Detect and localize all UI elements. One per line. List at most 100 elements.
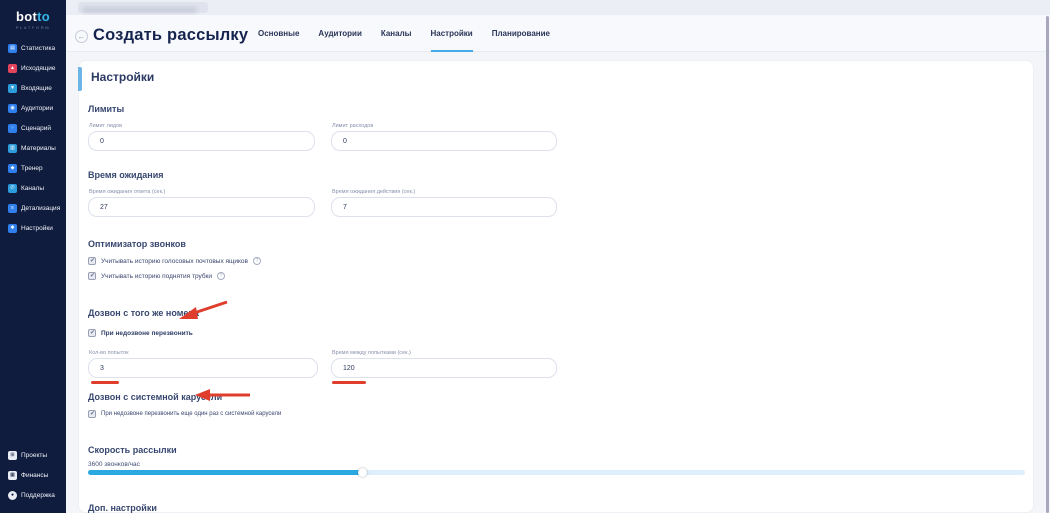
answer-wait-label: Время ожидания ответа (сек.) xyxy=(89,189,165,195)
settings-icon: ✱ xyxy=(8,224,17,233)
action-wait-input[interactable] xyxy=(331,197,557,217)
projects-icon: ⊞ xyxy=(8,451,17,460)
vertical-scrollbar[interactable] xyxy=(1046,16,1049,513)
sidebar-item-trainer[interactable]: ◆ Тренер xyxy=(8,163,66,174)
spend-limit-input[interactable] xyxy=(331,131,557,151)
sidebar-item-incoming[interactable]: ▼ Входящие xyxy=(8,83,66,94)
extra-settings-heading: Доп. настройки xyxy=(88,503,157,513)
incoming-icon: ▼ xyxy=(8,84,17,93)
annotation-arrow xyxy=(179,299,231,323)
help-icon[interactable]: ? xyxy=(217,272,225,280)
sidebar-item-scenario[interactable]: ⁘ Сценарий xyxy=(8,123,66,134)
sidebar-item-label: Детализация xyxy=(21,205,60,212)
carousel-redial-label: При недозвоне перезвонить еще один раз с… xyxy=(101,411,281,417)
support-icon: ● xyxy=(8,491,17,500)
sidebar: botto PLATFORM ▤ Статистика ▲ Исходящие ▼ В… xyxy=(0,0,66,513)
carousel-redial-row: При недозвоне перезвонить еще один раз с… xyxy=(88,410,281,418)
settings-heading: Настройки xyxy=(91,70,154,84)
blurred-breadcrumb-text xyxy=(82,7,197,13)
voicemail-history-label: Учитывать историю голосовых почтовых ящи… xyxy=(101,258,248,265)
leads-limit-input[interactable] xyxy=(88,131,315,151)
attempts-input[interactable] xyxy=(88,358,318,378)
page-header: ← Создать рассылку Основные Аудитории Ка… xyxy=(66,15,1050,52)
pickup-history-label: Учитывать историю поднятия трубки xyxy=(101,273,212,280)
details-icon: ≡ xyxy=(8,204,17,213)
speed-heading: Скорость рассылки xyxy=(88,445,177,455)
channels-icon: ✆ xyxy=(8,184,17,193)
sidebar-nav: ▤ Статистика ▲ Исходящие ▼ Входящие ◉ Аудито… xyxy=(0,43,66,234)
carousel-redial-checkbox[interactable] xyxy=(88,410,96,418)
redial-checkbox[interactable] xyxy=(88,329,96,337)
trainer-icon: ◆ xyxy=(8,164,17,173)
sidebar-item-label: Финансы xyxy=(21,472,48,479)
attempt-interval-label: Время между попытками (сек.) xyxy=(332,350,411,356)
pickup-history-checkbox[interactable] xyxy=(88,272,96,280)
limits-heading: Лимиты xyxy=(88,104,124,114)
sidebar-item-label: Проекты xyxy=(21,452,47,459)
redial-label: При недозвоне перезвонить xyxy=(101,330,193,337)
page-title: Создать рассылку xyxy=(93,26,248,45)
logo-subtitle: PLATFORM xyxy=(0,25,66,30)
tab-planning[interactable]: Планирование xyxy=(492,15,550,52)
sidebar-item-outgoing[interactable]: ▲ Исходящие xyxy=(8,63,66,74)
back-button[interactable]: ← xyxy=(75,30,88,43)
audiences-icon: ◉ xyxy=(8,104,17,113)
statistics-icon: ▤ xyxy=(8,44,17,53)
action-wait-label: Время ожидания действия (сек.) xyxy=(332,189,415,195)
outgoing-icon: ▲ xyxy=(8,64,17,73)
optimizer-heading: Оптимизатор звонков xyxy=(88,239,186,249)
sidebar-item-statistics[interactable]: ▤ Статистика xyxy=(8,43,66,54)
redial-row: При недозвоне перезвонить xyxy=(88,329,193,337)
voicemail-history-row: Учитывать историю голосовых почтовых ящи… xyxy=(88,257,261,265)
sidebar-item-label: Статистика xyxy=(21,45,55,52)
finance-icon: ▦ xyxy=(8,471,17,480)
sidebar-item-label: Тренер xyxy=(21,165,43,172)
sidebar-item-label: Аудитории xyxy=(21,105,53,112)
sidebar-item-support[interactable]: ● Поддержка xyxy=(8,490,55,501)
speed-value-label: 3600 звонков/час xyxy=(88,461,140,468)
answer-wait-input[interactable] xyxy=(88,197,315,217)
sidebar-footer: ⊞ Проекты ▦ Финансы ● Поддержка xyxy=(8,450,55,501)
help-icon[interactable]: ? xyxy=(253,257,261,265)
annotation-underline xyxy=(332,381,366,384)
waiting-heading: Время ожидания xyxy=(88,170,164,180)
tab-channels[interactable]: Каналы xyxy=(381,15,412,52)
sidebar-item-label: Поддержка xyxy=(21,492,55,499)
speed-slider-fill xyxy=(88,470,363,475)
spend-limit-label: Лимит расходов xyxy=(332,123,373,129)
top-strip xyxy=(66,0,1050,15)
leads-limit-label: Лимит лидов xyxy=(89,123,122,129)
tab-main[interactable]: Основные xyxy=(258,15,299,52)
sidebar-item-label: Входящие xyxy=(21,85,52,92)
logo-text: bot xyxy=(16,9,37,24)
annotation-arrow xyxy=(195,389,252,402)
scenario-icon: ⁘ xyxy=(8,124,17,133)
pickup-history-row: Учитывать историю поднятия трубки ? xyxy=(88,272,225,280)
sidebar-item-projects[interactable]: ⊞ Проекты xyxy=(8,450,55,461)
sidebar-item-label: Каналы xyxy=(21,185,44,192)
sidebar-item-label: Материалы xyxy=(21,145,56,152)
annotation-underline xyxy=(91,381,119,384)
logo-text-accent: to xyxy=(37,9,50,24)
sidebar-item-details[interactable]: ≡ Детализация xyxy=(8,203,66,214)
sidebar-item-label: Исходящие xyxy=(21,65,55,72)
attempts-label: Кол-во попыток xyxy=(89,350,129,356)
section-accent-bar xyxy=(78,67,82,91)
sidebar-item-label: Сценарий xyxy=(21,125,51,132)
speed-slider[interactable] xyxy=(88,470,1025,475)
tab-settings[interactable]: Настройки xyxy=(431,15,473,52)
tab-bar: Основные Аудитории Каналы Настройки План… xyxy=(258,15,550,52)
voicemail-history-checkbox[interactable] xyxy=(88,257,96,265)
attempt-interval-input[interactable] xyxy=(331,358,557,378)
sidebar-item-audiences[interactable]: ◉ Аудитории xyxy=(8,103,66,114)
sidebar-item-label: Настройки xyxy=(21,225,53,232)
sidebar-item-materials[interactable]: ▥ Материалы xyxy=(8,143,66,154)
materials-icon: ▥ xyxy=(8,144,17,153)
sidebar-item-finance[interactable]: ▦ Финансы xyxy=(8,470,55,481)
speed-slider-thumb[interactable] xyxy=(358,468,367,477)
tab-audiences[interactable]: Аудитории xyxy=(318,15,361,52)
app-logo[interactable]: botto PLATFORM xyxy=(0,0,66,30)
settings-card: Настройки Лимиты Лимит лидов Лимит расхо… xyxy=(78,60,1034,513)
sidebar-item-settings[interactable]: ✱ Настройки xyxy=(8,223,66,234)
sidebar-item-channels[interactable]: ✆ Каналы xyxy=(8,183,66,194)
